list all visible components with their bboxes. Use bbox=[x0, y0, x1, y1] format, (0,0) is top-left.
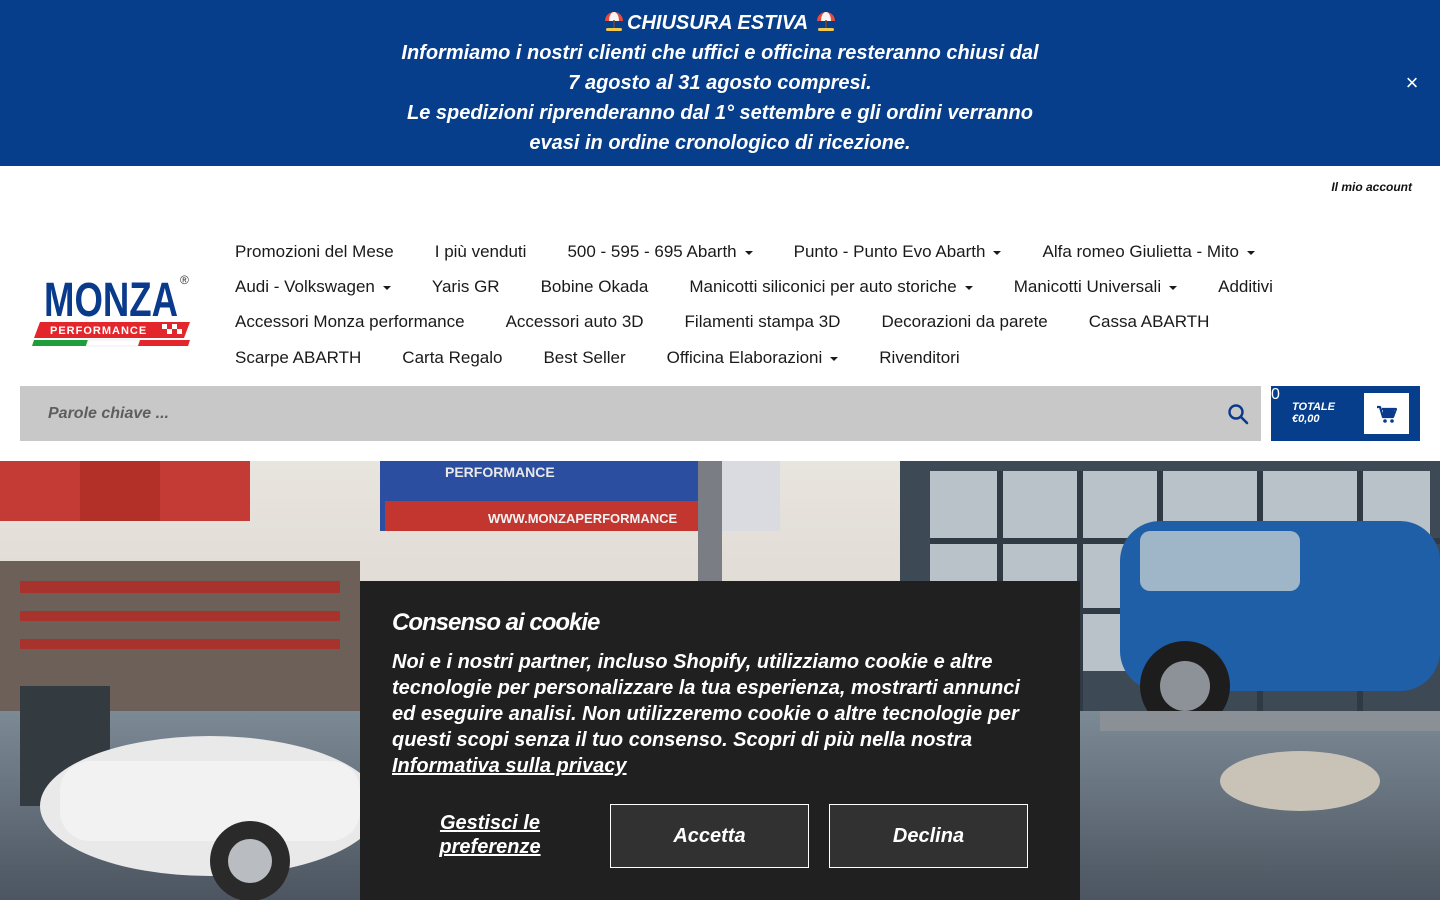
nav-item-best-seller[interactable]: Best Seller bbox=[543, 348, 625, 368]
nav-item-decorazioni-da-parete[interactable]: Decorazioni da parete bbox=[881, 312, 1047, 332]
announcement-title: CHIUSURA ESTIVA bbox=[627, 12, 808, 34]
hero-banner-brand: PERFORMANCE bbox=[445, 464, 555, 480]
cookie-title: Consenso ai cookie bbox=[392, 609, 600, 636]
decline-cookies-button[interactable]: Declina bbox=[829, 804, 1028, 868]
cookie-consent-dialog: Consenso ai cookie Noi e i nostri partne… bbox=[360, 581, 1080, 900]
nav-item-label: Scarpe ABARTH bbox=[235, 348, 362, 367]
nav-item-alfa-romeo-giulietta-mito[interactable]: Alfa romeo Giulietta - Mito bbox=[1042, 242, 1255, 262]
announcement-bar: CHIUSURA ESTIVA Informiamo i nostri clie… bbox=[0, 0, 1440, 166]
nav-item-label: Accessori auto 3D bbox=[505, 312, 644, 331]
accept-cookies-button[interactable]: Accetta bbox=[610, 804, 809, 868]
caret-down-icon bbox=[1169, 286, 1178, 290]
nav-item-punto-punto-evo-abarth[interactable]: Punto - Punto Evo Abarth bbox=[794, 242, 1002, 262]
nav-item-label: Carta Regalo bbox=[402, 348, 503, 367]
announcement-line-4: evasi in ordine cronologico di ricezione… bbox=[529, 132, 911, 154]
nav-item-accessori-monza-performance[interactable]: Accessori Monza performance bbox=[235, 312, 465, 332]
monza-performance-logo[interactable]: MONZA ® PERFORMANCE bbox=[30, 270, 195, 350]
announcement-line-2: 7 agosto al 31 agosto compresi. bbox=[568, 72, 872, 94]
nav-item-label: Alfa romeo Giulietta - Mito bbox=[1042, 242, 1239, 261]
caret-down-icon bbox=[964, 286, 973, 290]
nav-item-carta-regalo[interactable]: Carta Regalo bbox=[402, 348, 502, 368]
nav-item-accessori-auto-3d[interactable]: Accessori auto 3D bbox=[506, 312, 644, 332]
my-account-link[interactable]: Il mio account bbox=[1331, 180, 1412, 194]
cookie-body: Noi e i nostri partner, incluso Shopify,… bbox=[392, 649, 1042, 779]
nav-item-yaris-gr[interactable]: Yaris GR bbox=[432, 277, 500, 297]
nav-item-i-pi-venduti[interactable]: I più venduti bbox=[435, 242, 527, 262]
search-input[interactable] bbox=[20, 386, 1210, 441]
nav-row-3: Accessori Monza performance Accessori aut… bbox=[235, 304, 1250, 340]
nav-item-label: Bobine Okada bbox=[540, 277, 649, 296]
privacy-policy-link[interactable]: Informativa sulla privacy bbox=[392, 755, 627, 777]
nav-item-audi-volkswagen[interactable]: Audi - Volkswagen bbox=[235, 277, 391, 297]
nav-item-manicotti-siliconici-per-auto-storiche[interactable]: Manicotti siliconici per auto storiche bbox=[689, 277, 973, 297]
announcement-title-line: CHIUSURA ESTIVA bbox=[0, 8, 1440, 38]
nav-item-bobine-okada[interactable]: Bobine Okada bbox=[541, 277, 649, 297]
nav-item-label: Punto - Punto Evo Abarth bbox=[793, 242, 986, 261]
nav-row-2: Audi - Volkswagen Yaris GR Bobine Okada Man… bbox=[235, 269, 1314, 305]
close-icon[interactable]: × bbox=[1400, 71, 1424, 95]
nav-item-500-595-695-abarth[interactable]: 500 - 595 - 695 Abarth bbox=[567, 242, 753, 262]
nav-item-officina-elaborazioni[interactable]: Officina Elaborazioni bbox=[667, 348, 839, 368]
nav-item-additivi[interactable]: Additivi bbox=[1218, 277, 1273, 297]
announcement-text: CHIUSURA ESTIVA Informiamo i nostri clie… bbox=[0, 8, 1440, 158]
nav-item-promozioni-del-mese[interactable]: Promozioni del Mese bbox=[235, 242, 394, 262]
announcement-line-3: Le spedizioni riprenderanno dal 1° sette… bbox=[407, 102, 1033, 124]
nav-item-label: Audi - Volkswagen bbox=[235, 277, 375, 296]
caret-down-icon bbox=[382, 286, 391, 290]
nav-item-label: Officina Elaborazioni bbox=[666, 348, 823, 367]
beach-umbrella-icon-right bbox=[816, 12, 835, 31]
search-bar bbox=[20, 386, 1261, 441]
beach-umbrella-icon bbox=[605, 12, 624, 31]
nav-item-label: Manicotti Universali bbox=[1013, 277, 1162, 296]
nav-item-cassa-abarth[interactable]: Cassa ABARTH bbox=[1089, 312, 1210, 332]
nav-item-label: Cassa ABARTH bbox=[1088, 312, 1210, 331]
search-icon[interactable] bbox=[1227, 403, 1249, 425]
nav-row-4: Scarpe ABARTH Carta Regalo Best Seller Offi… bbox=[235, 340, 1001, 376]
nav-item-label: Decorazioni da parete bbox=[881, 312, 1048, 331]
nav-row-1: Promozioni del Mese I più venduti 500 - 59… bbox=[235, 234, 1296, 270]
caret-down-icon bbox=[830, 357, 839, 361]
nav-item-label: I più venduti bbox=[434, 242, 527, 261]
nav-item-label: 500 - 595 - 695 Abarth bbox=[567, 242, 737, 261]
nav-item-label: Manicotti siliconici per auto storiche bbox=[689, 277, 957, 296]
svg-text:MONZA: MONZA bbox=[44, 274, 178, 327]
nav-item-label: Additivi bbox=[1218, 277, 1273, 296]
nav-item-label: Accessori Monza performance bbox=[235, 312, 465, 331]
nav-item-label: Promozioni del Mese bbox=[235, 242, 394, 261]
cookie-body-text: Noi e i nostri partner, incluso Shopify,… bbox=[392, 651, 1020, 751]
nav-item-filamenti-stampa-3d[interactable]: Filamenti stampa 3D bbox=[685, 312, 841, 332]
caret-down-icon bbox=[1247, 251, 1255, 255]
nav-item-label: Filamenti stampa 3D bbox=[684, 312, 841, 331]
nav-item-manicotti-universali[interactable]: Manicotti Universali bbox=[1013, 277, 1178, 297]
svg-text:®: ® bbox=[180, 273, 189, 287]
manage-preferences-link[interactable]: Gestisci le preferenze bbox=[420, 811, 560, 859]
hero-banner-url: WWW.MONZAPERFORMANCE bbox=[488, 511, 678, 526]
caret-down-icon bbox=[993, 251, 1002, 255]
nav-item-label: Yaris GR bbox=[431, 277, 500, 296]
nav-item-label: Best Seller bbox=[543, 348, 626, 367]
nav-item-scarpe-abarth[interactable]: Scarpe ABARTH bbox=[235, 348, 361, 368]
announcement-line-1: Informiamo i nostri clienti che uffici e… bbox=[401, 42, 1039, 64]
nav-item-label: Rivenditori bbox=[879, 348, 960, 367]
svg-text:PERFORMANCE: PERFORMANCE bbox=[50, 325, 147, 337]
caret-down-icon bbox=[744, 251, 753, 255]
cart-count-badge: 0 bbox=[1271, 386, 1280, 403]
nav-item-rivenditori[interactable]: Rivenditori bbox=[879, 348, 959, 368]
